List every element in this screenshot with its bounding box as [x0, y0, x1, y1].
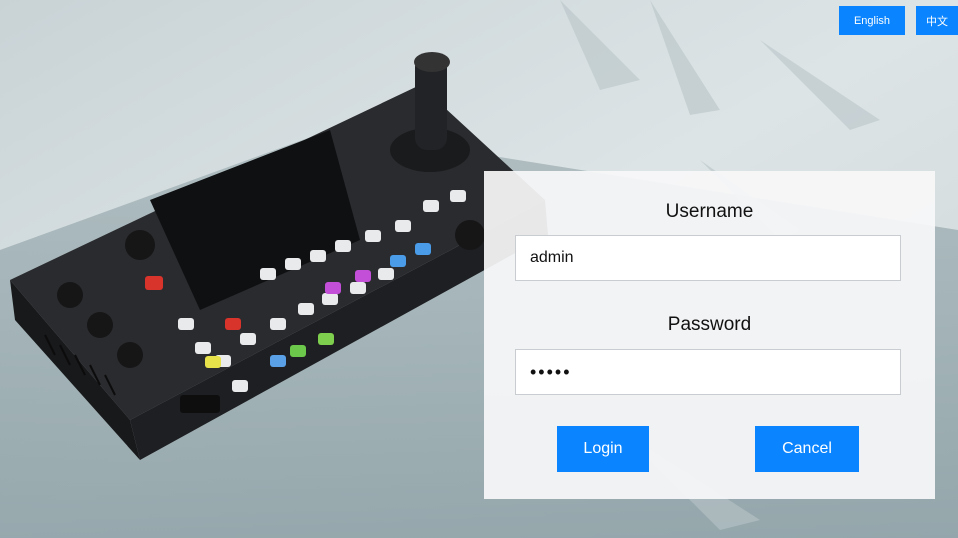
- password-field[interactable]: •••••: [515, 349, 901, 395]
- cancel-button[interactable]: Cancel: [755, 426, 859, 472]
- username-label: Username: [665, 201, 754, 222]
- chinese-button[interactable]: 中文: [916, 6, 958, 35]
- username-field[interactable]: admin: [515, 235, 901, 281]
- login-panel: Username admin Password ••••• Login Canc…: [484, 171, 935, 499]
- login-page: English 中文 Username admin Password •••••…: [0, 0, 958, 538]
- english-button[interactable]: English: [839, 6, 905, 35]
- password-label: Password: [667, 314, 752, 335]
- login-button[interactable]: Login: [557, 426, 649, 472]
